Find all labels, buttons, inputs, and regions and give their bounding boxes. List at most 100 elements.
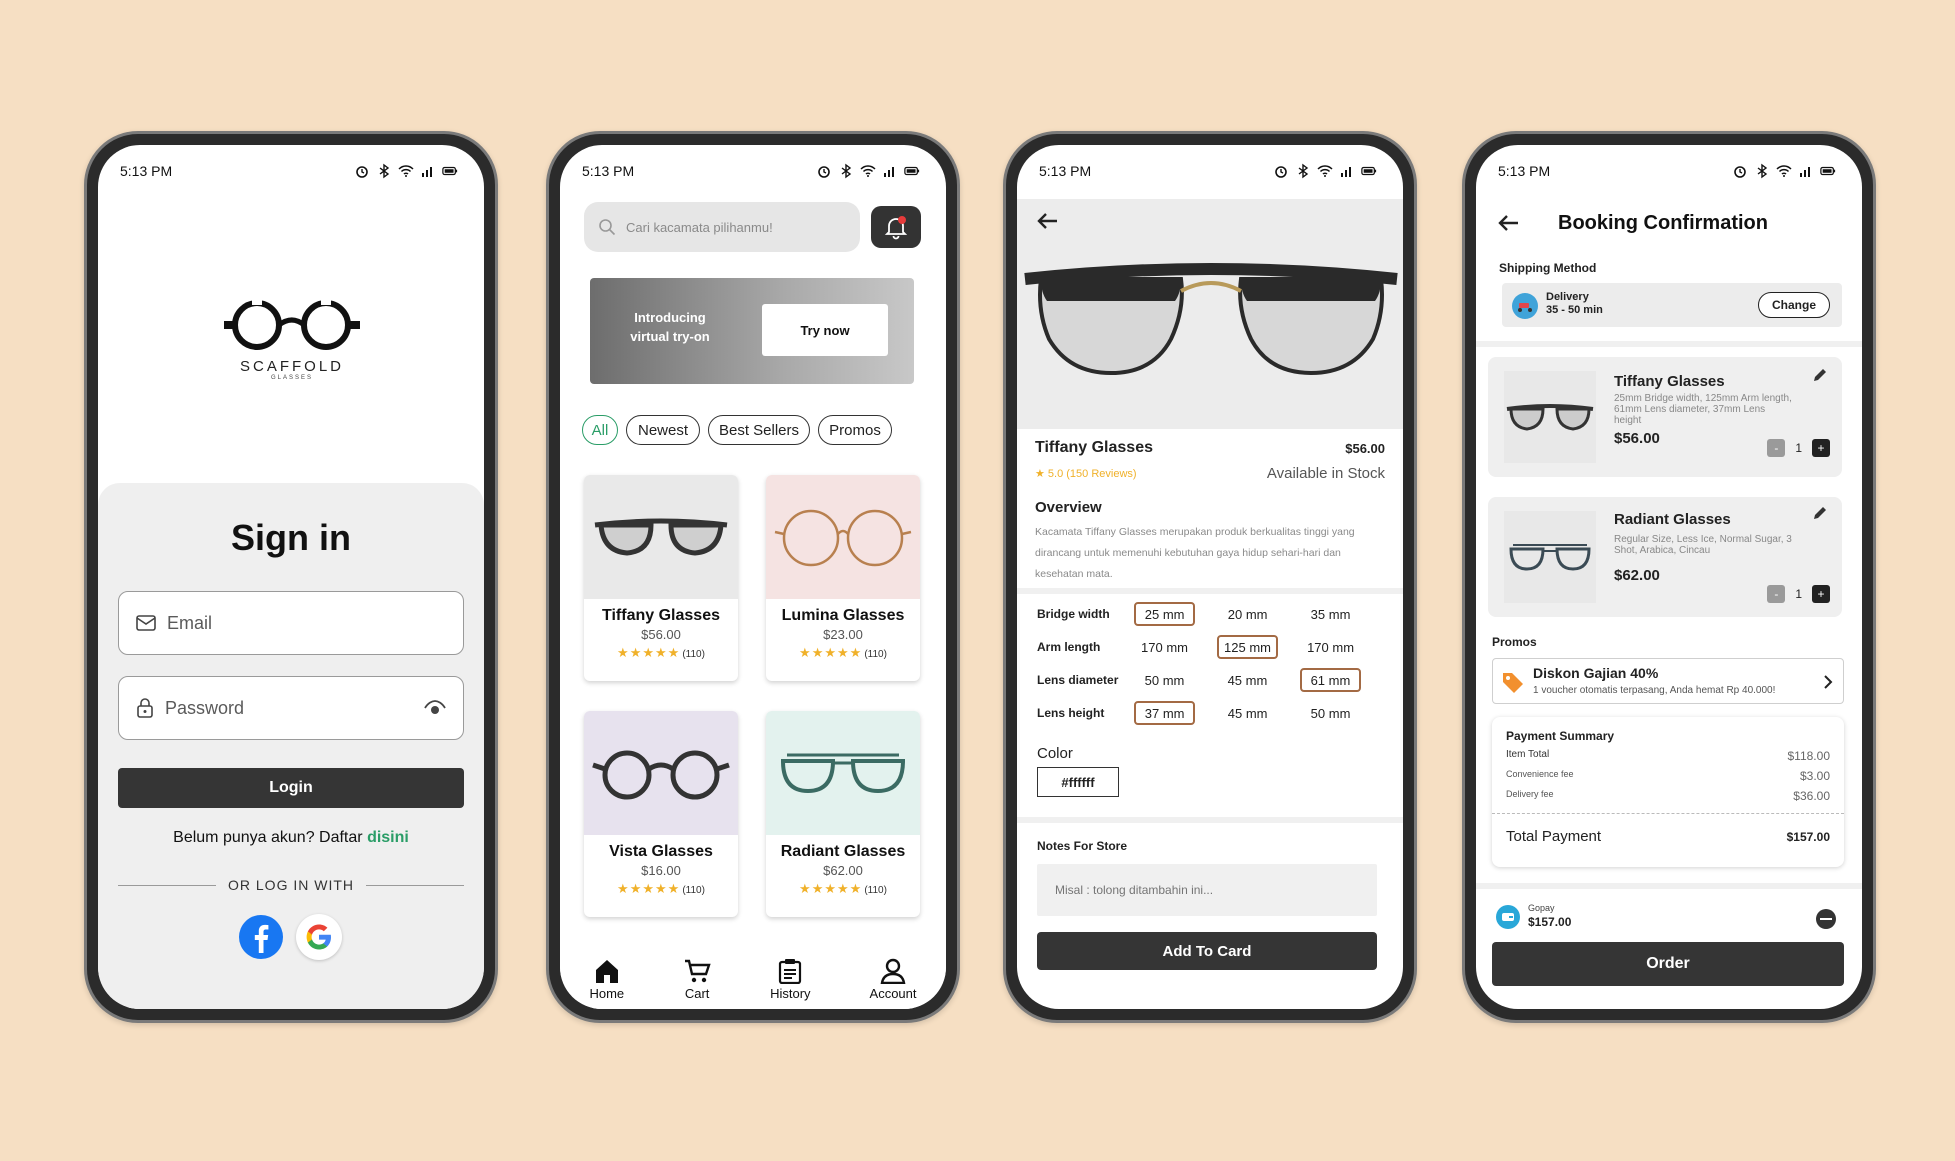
product-price: $23.00: [823, 627, 863, 642]
nav-cart[interactable]: Cart: [683, 958, 711, 1001]
decrease-button[interactable]: -: [1767, 439, 1786, 457]
promo-desc: 1 voucher otomatis terpasang, Anda hemat…: [1533, 685, 1776, 696]
product-card-radiant[interactable]: Radiant Glasses $62.00 ★★★★★ (110): [766, 711, 920, 917]
shipping-time: 35 - 50 min: [1546, 304, 1603, 316]
product-card-vista[interactable]: Vista Glasses $16.00 ★★★★★ (110): [584, 711, 738, 917]
product-hero-image: [1017, 199, 1403, 429]
back-arrow-icon[interactable]: [1035, 211, 1059, 231]
color-swatch[interactable]: #ffffff: [1037, 767, 1119, 797]
item-name: Tiffany Glasses: [1614, 373, 1725, 390]
product-price: $56.00: [641, 627, 681, 642]
nav-account[interactable]: Account: [870, 958, 917, 1001]
size-option[interactable]: 170 mm: [1300, 635, 1361, 659]
facebook-login-button[interactable]: [238, 914, 284, 965]
glasses-icon: [1509, 544, 1591, 571]
increase-button[interactable]: +: [1812, 439, 1830, 457]
promo-card[interactable]: Diskon Gajian 40% 1 voucher otomatis ter…: [1492, 658, 1844, 704]
decrease-button[interactable]: -: [1767, 585, 1786, 603]
nav-home[interactable]: Home: [589, 958, 624, 1001]
lock-icon: [137, 698, 153, 718]
login-button[interactable]: Login: [118, 768, 464, 808]
nav-home-label: Home: [589, 985, 625, 1001]
email-field[interactable]: [118, 591, 464, 655]
size-label: Lens height: [1037, 706, 1105, 720]
size-row-lens-height: Lens height 37 mm 45 mm 50 mm: [1037, 701, 1383, 725]
search-bar[interactable]: Cari kacamata pilihanmu!: [584, 202, 860, 252]
item-image: [1504, 511, 1596, 603]
home-screen: 5:13 PM Cari kacamata pilihanmu! Introdu…: [560, 145, 946, 1009]
notes-input[interactable]: [1037, 864, 1377, 916]
size-option[interactable]: 20 mm: [1217, 602, 1278, 626]
shipping-name: Delivery: [1546, 291, 1589, 303]
edit-pencil-icon[interactable]: [1812, 367, 1828, 383]
increase-button[interactable]: +: [1812, 585, 1830, 603]
eye-icon[interactable]: [423, 699, 447, 717]
signal-icon: [884, 167, 894, 177]
size-option[interactable]: 45 mm: [1217, 668, 1278, 692]
google-login-button[interactable]: [296, 914, 342, 960]
tag-icon: [1503, 673, 1523, 693]
product-name: Tiffany Glasses: [1035, 439, 1153, 456]
product-name: Vista Glasses: [609, 843, 713, 860]
home-icon: [595, 959, 618, 983]
shipping-method-card: Delivery 35 - 50 min Change: [1502, 283, 1842, 327]
bluetooth-icon: [1757, 163, 1768, 179]
try-now-button[interactable]: Try now: [762, 304, 888, 356]
notes-title: Notes For Store: [1037, 839, 1128, 853]
section-divider: [1017, 817, 1403, 823]
size-option[interactable]: 170 mm: [1134, 635, 1195, 659]
section-divider: [1017, 588, 1403, 594]
phone-booking: 5:13 PM Booking Confirmation Shipping Me…: [1462, 131, 1876, 1023]
register-row: Belum punya akun? Daftar disini: [98, 829, 484, 847]
password-field[interactable]: [118, 676, 464, 740]
password-input[interactable]: [165, 697, 413, 719]
register-prompt: Belum punya akun? Daftar: [173, 829, 363, 846]
chip-all[interactable]: All: [582, 415, 618, 445]
status-icons: [354, 163, 458, 179]
register-link[interactable]: disini: [367, 829, 409, 846]
alarm-icon: [1734, 166, 1746, 178]
add-to-cart-button[interactable]: Add To Card: [1037, 932, 1377, 970]
size-option[interactable]: 35 mm: [1300, 602, 1361, 626]
size-option[interactable]: 45 mm: [1217, 701, 1278, 725]
status-icons: [1273, 163, 1377, 179]
notification-button[interactable]: [871, 206, 921, 248]
brand-logo: SCAFFOLD GLASSES: [222, 295, 362, 381]
size-option[interactable]: 25 mm: [1134, 602, 1196, 626]
wifi-icon: [1776, 165, 1792, 177]
chip-promos[interactable]: Promos: [818, 415, 892, 445]
product-card-lumina[interactable]: Lumina Glasses $23.00 ★★★★★ (110): [766, 475, 920, 681]
product-image: [766, 711, 920, 835]
size-label: Lens diameter: [1037, 673, 1119, 687]
scooter-icon: [1518, 303, 1532, 312]
item-price: $62.00: [1614, 567, 1660, 584]
back-arrow-icon[interactable]: [1496, 213, 1520, 233]
size-option[interactable]: 125 mm: [1216, 635, 1279, 659]
bluetooth-icon: [1298, 163, 1309, 179]
change-shipping-button[interactable]: Change: [1758, 292, 1830, 318]
shipping-info: Delivery 35 - 50 min: [1546, 291, 1603, 317]
size-option[interactable]: 61 mm: [1299, 668, 1361, 692]
nav-account-label: Account: [869, 985, 917, 1001]
pay-amount: $157.00: [1528, 915, 1572, 929]
chip-best-sellers[interactable]: Best Sellers: [708, 415, 810, 445]
email-input[interactable]: [167, 612, 447, 634]
size-option[interactable]: 50 mm: [1300, 701, 1361, 725]
size-option[interactable]: 37 mm: [1134, 701, 1196, 725]
search-icon: [599, 219, 616, 236]
product-rating: ★ 5.0 (150 Reviews): [1035, 467, 1137, 480]
nav-history[interactable]: History: [770, 958, 811, 1001]
size-row-arm: Arm length 170 mm 125 mm 170 mm: [1037, 635, 1383, 659]
mail-icon: [136, 615, 156, 631]
edit-pencil-icon[interactable]: [1812, 505, 1828, 521]
rating-stars: ★★★★★: [617, 881, 681, 896]
size-option[interactable]: 50 mm: [1134, 668, 1195, 692]
total-value: $157.00: [1786, 829, 1830, 844]
order-button[interactable]: Order: [1492, 942, 1844, 986]
wifi-icon: [1317, 165, 1333, 177]
gopay-logo: [1496, 905, 1520, 929]
product-card-tiffany[interactable]: Tiffany Glasses $56.00 ★★★★★ (110): [584, 475, 738, 681]
chip-newest[interactable]: Newest: [626, 415, 700, 445]
signal-icon: [422, 167, 432, 177]
remove-payment-button[interactable]: [1816, 909, 1836, 929]
